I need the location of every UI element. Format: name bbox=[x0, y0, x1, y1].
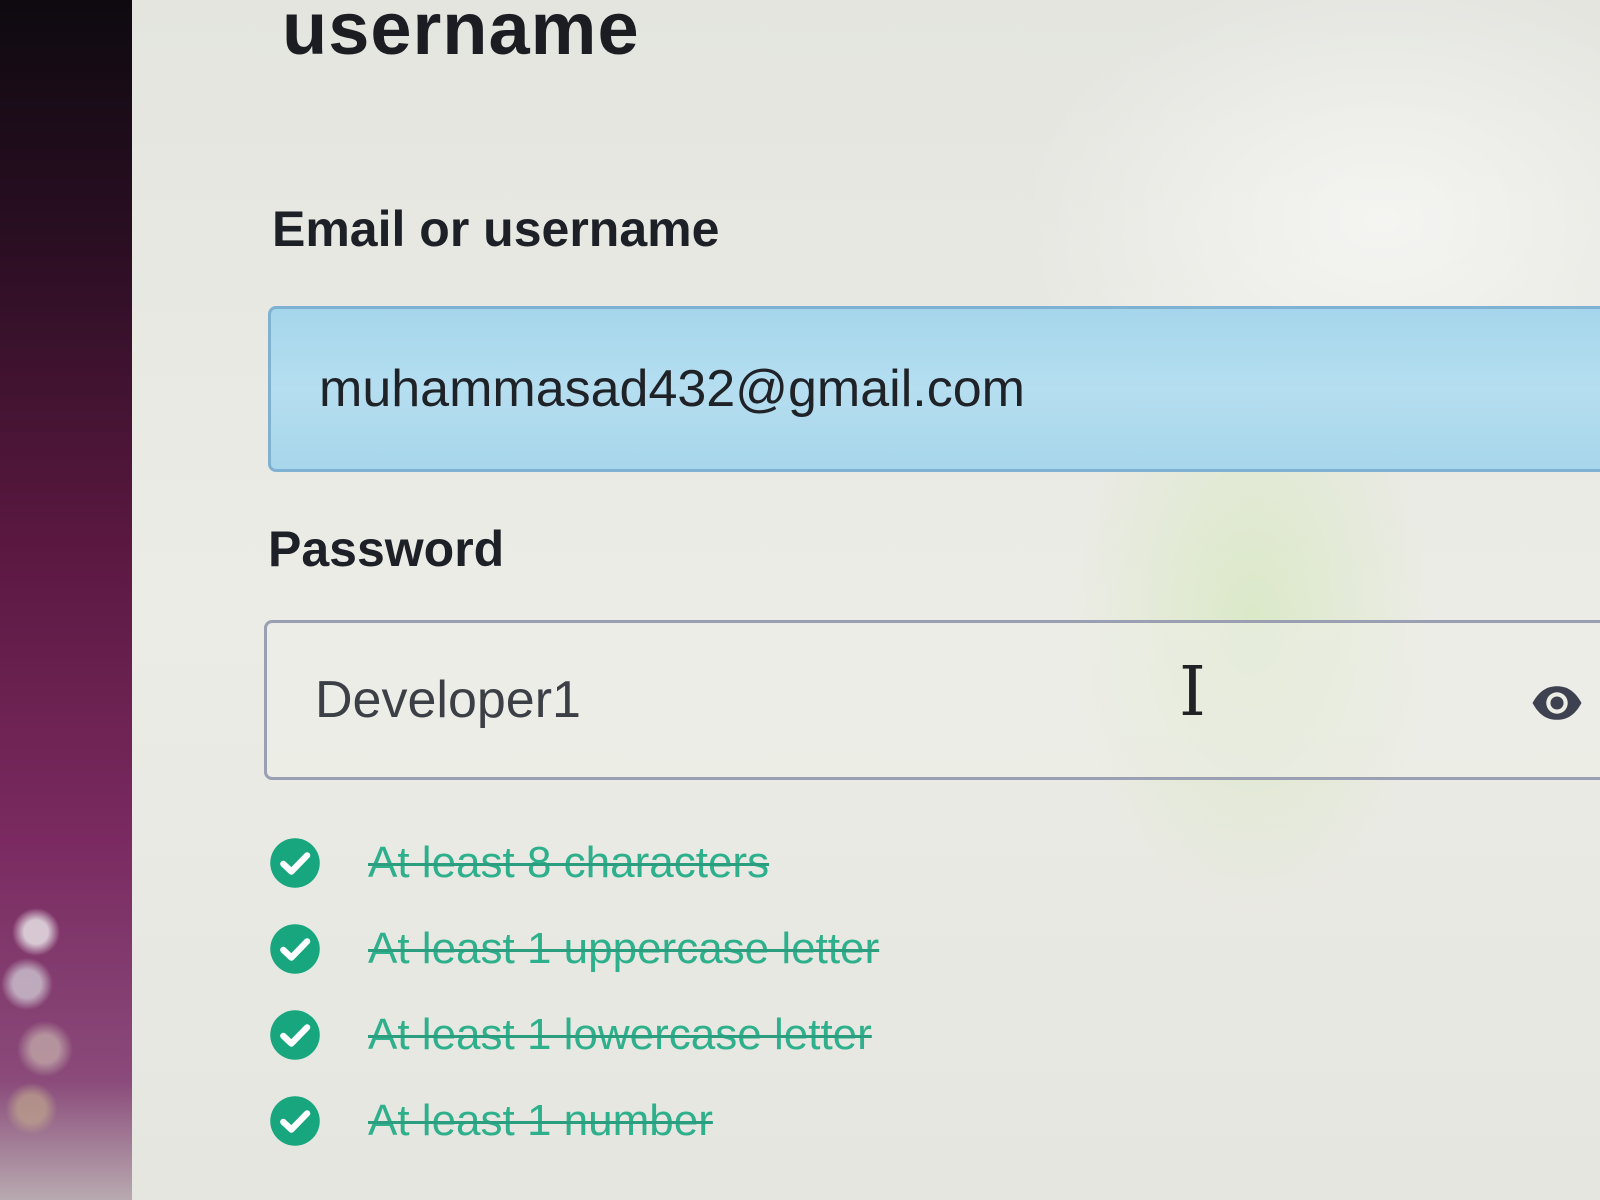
password-field[interactable]: Developer1 I bbox=[264, 620, 1600, 780]
check-circle-icon bbox=[270, 1010, 320, 1060]
requirement-item: At least 1 number bbox=[268, 1078, 879, 1164]
requirement-text: At least 1 lowercase letter bbox=[368, 1010, 872, 1059]
background-strip bbox=[0, 0, 132, 1200]
password-requirements-list: At least 8 characters At least 1 upperca… bbox=[268, 820, 879, 1164]
email-field[interactable]: muhammasad432@gmail.com bbox=[268, 306, 1600, 472]
check-circle-icon bbox=[270, 1096, 320, 1146]
requirement-text: At least 1 number bbox=[368, 1096, 713, 1145]
text-cursor-icon: I bbox=[1179, 653, 1206, 732]
password-label: Password bbox=[268, 521, 505, 577]
decorative-flower-image bbox=[0, 880, 90, 1140]
requirement-item: At least 1 uppercase letter bbox=[268, 906, 879, 992]
requirement-text: At least 1 uppercase letter bbox=[368, 924, 880, 973]
email-field-value: muhammasad432@gmail.com bbox=[319, 360, 1025, 418]
requirement-item: At least 8 characters bbox=[268, 820, 879, 906]
requirement-item: At least 1 lowercase letter bbox=[268, 992, 879, 1078]
requirement-text: At least 8 characters bbox=[368, 838, 770, 887]
check-circle-icon bbox=[270, 924, 320, 974]
password-field-value: Developer1 bbox=[315, 671, 581, 729]
check-circle-icon bbox=[270, 838, 320, 888]
login-panel: username Email or username muhammasad432… bbox=[132, 0, 1600, 1200]
page-title: username bbox=[282, 0, 640, 70]
email-label: Email or username bbox=[272, 201, 720, 257]
eye-icon[interactable] bbox=[1529, 675, 1585, 731]
